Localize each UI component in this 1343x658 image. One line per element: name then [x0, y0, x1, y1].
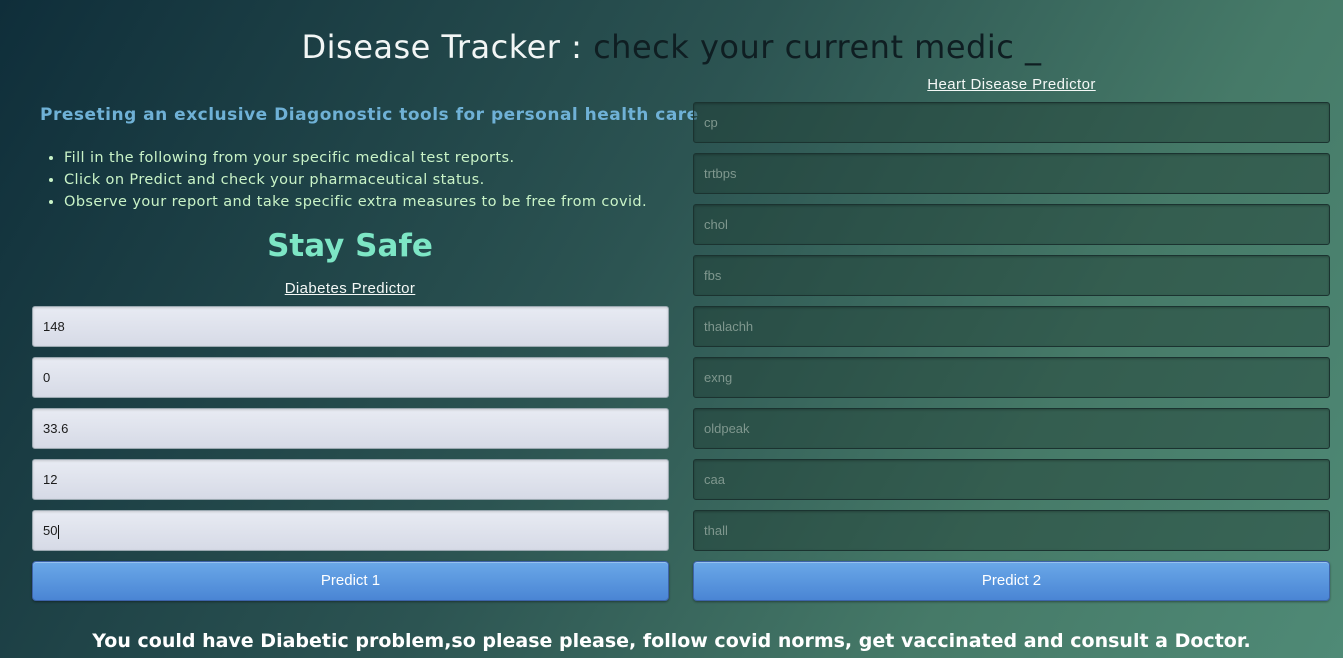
diabetes-input-3[interactable]: 33.6 — [32, 408, 669, 449]
stay-safe-heading: Stay Safe — [267, 228, 433, 264]
heart-input-trtbps[interactable]: trtbps — [693, 153, 1330, 194]
predict-2-button[interactable]: Predict 2 — [693, 561, 1330, 601]
diabetes-predictor-title: Diabetes Predictor — [284, 280, 416, 297]
heart-input-fbs-placeholder: fbs — [704, 268, 722, 283]
diabetes-form: 148 0 33.6 12 50 — [32, 306, 669, 561]
heart-input-caa-placeholder: caa — [704, 472, 725, 487]
diabetes-input-2[interactable]: 0 — [32, 357, 669, 398]
typewriter-cursor: _ — [1025, 28, 1042, 66]
heart-input-cp[interactable]: cp — [693, 102, 1330, 143]
heart-input-caa[interactable]: caa — [693, 459, 1330, 500]
heart-input-oldpeak-placeholder: oldpeak — [704, 421, 750, 436]
tagline: Preseting an exclusive Diagonostic tools… — [40, 105, 699, 125]
page-title: Disease Tracker : check your current med… — [0, 28, 1343, 66]
diabetes-input-5[interactable]: 50 — [32, 510, 669, 551]
heart-input-oldpeak[interactable]: oldpeak — [693, 408, 1330, 449]
predict-1-button[interactable]: Predict 1 — [32, 561, 669, 601]
heart-input-thall[interactable]: thall — [693, 510, 1330, 551]
instructions-list: Fill in the following from your specific… — [40, 147, 647, 213]
brand-title: Disease Tracker — [301, 28, 561, 66]
title-separator: : — [571, 28, 583, 66]
diabetes-input-3-value: 33.6 — [43, 421, 69, 436]
heart-input-fbs[interactable]: fbs — [693, 255, 1330, 296]
diabetes-input-4[interactable]: 12 — [32, 459, 669, 500]
prediction-result: You could have Diabetic problem,so pleas… — [92, 630, 1251, 652]
heart-input-trtbps-placeholder: trtbps — [704, 166, 737, 181]
text-caret — [58, 524, 60, 539]
instruction-item: Observe your report and take specific ex… — [64, 191, 647, 213]
instruction-item: Click on Predict and check your pharmace… — [64, 169, 647, 191]
diabetes-input-5-value: 50 — [43, 523, 58, 538]
heart-input-chol-placeholder: chol — [704, 217, 728, 232]
diabetes-input-4-value: 12 — [43, 472, 58, 487]
heart-input-thalachh[interactable]: thalachh — [693, 306, 1330, 347]
heart-form: cp trtbps chol fbs thalachh exng oldpeak… — [693, 102, 1330, 561]
heart-input-chol[interactable]: chol — [693, 204, 1330, 245]
instruction-item: Fill in the following from your specific… — [64, 147, 647, 169]
typewriter-text: check your current medic — [593, 28, 1015, 66]
diabetes-input-2-value: 0 — [43, 370, 51, 385]
diabetes-input-1-value: 148 — [43, 319, 65, 334]
heart-input-thalachh-placeholder: thalachh — [704, 319, 754, 334]
heart-predictor-title: Heart Disease Predictor — [927, 76, 1096, 93]
heart-input-thall-placeholder: thall — [704, 523, 728, 538]
heart-input-exng-placeholder: exng — [704, 370, 733, 385]
heart-input-cp-placeholder: cp — [704, 115, 718, 130]
diabetes-input-1[interactable]: 148 — [32, 306, 669, 347]
heart-input-exng[interactable]: exng — [693, 357, 1330, 398]
